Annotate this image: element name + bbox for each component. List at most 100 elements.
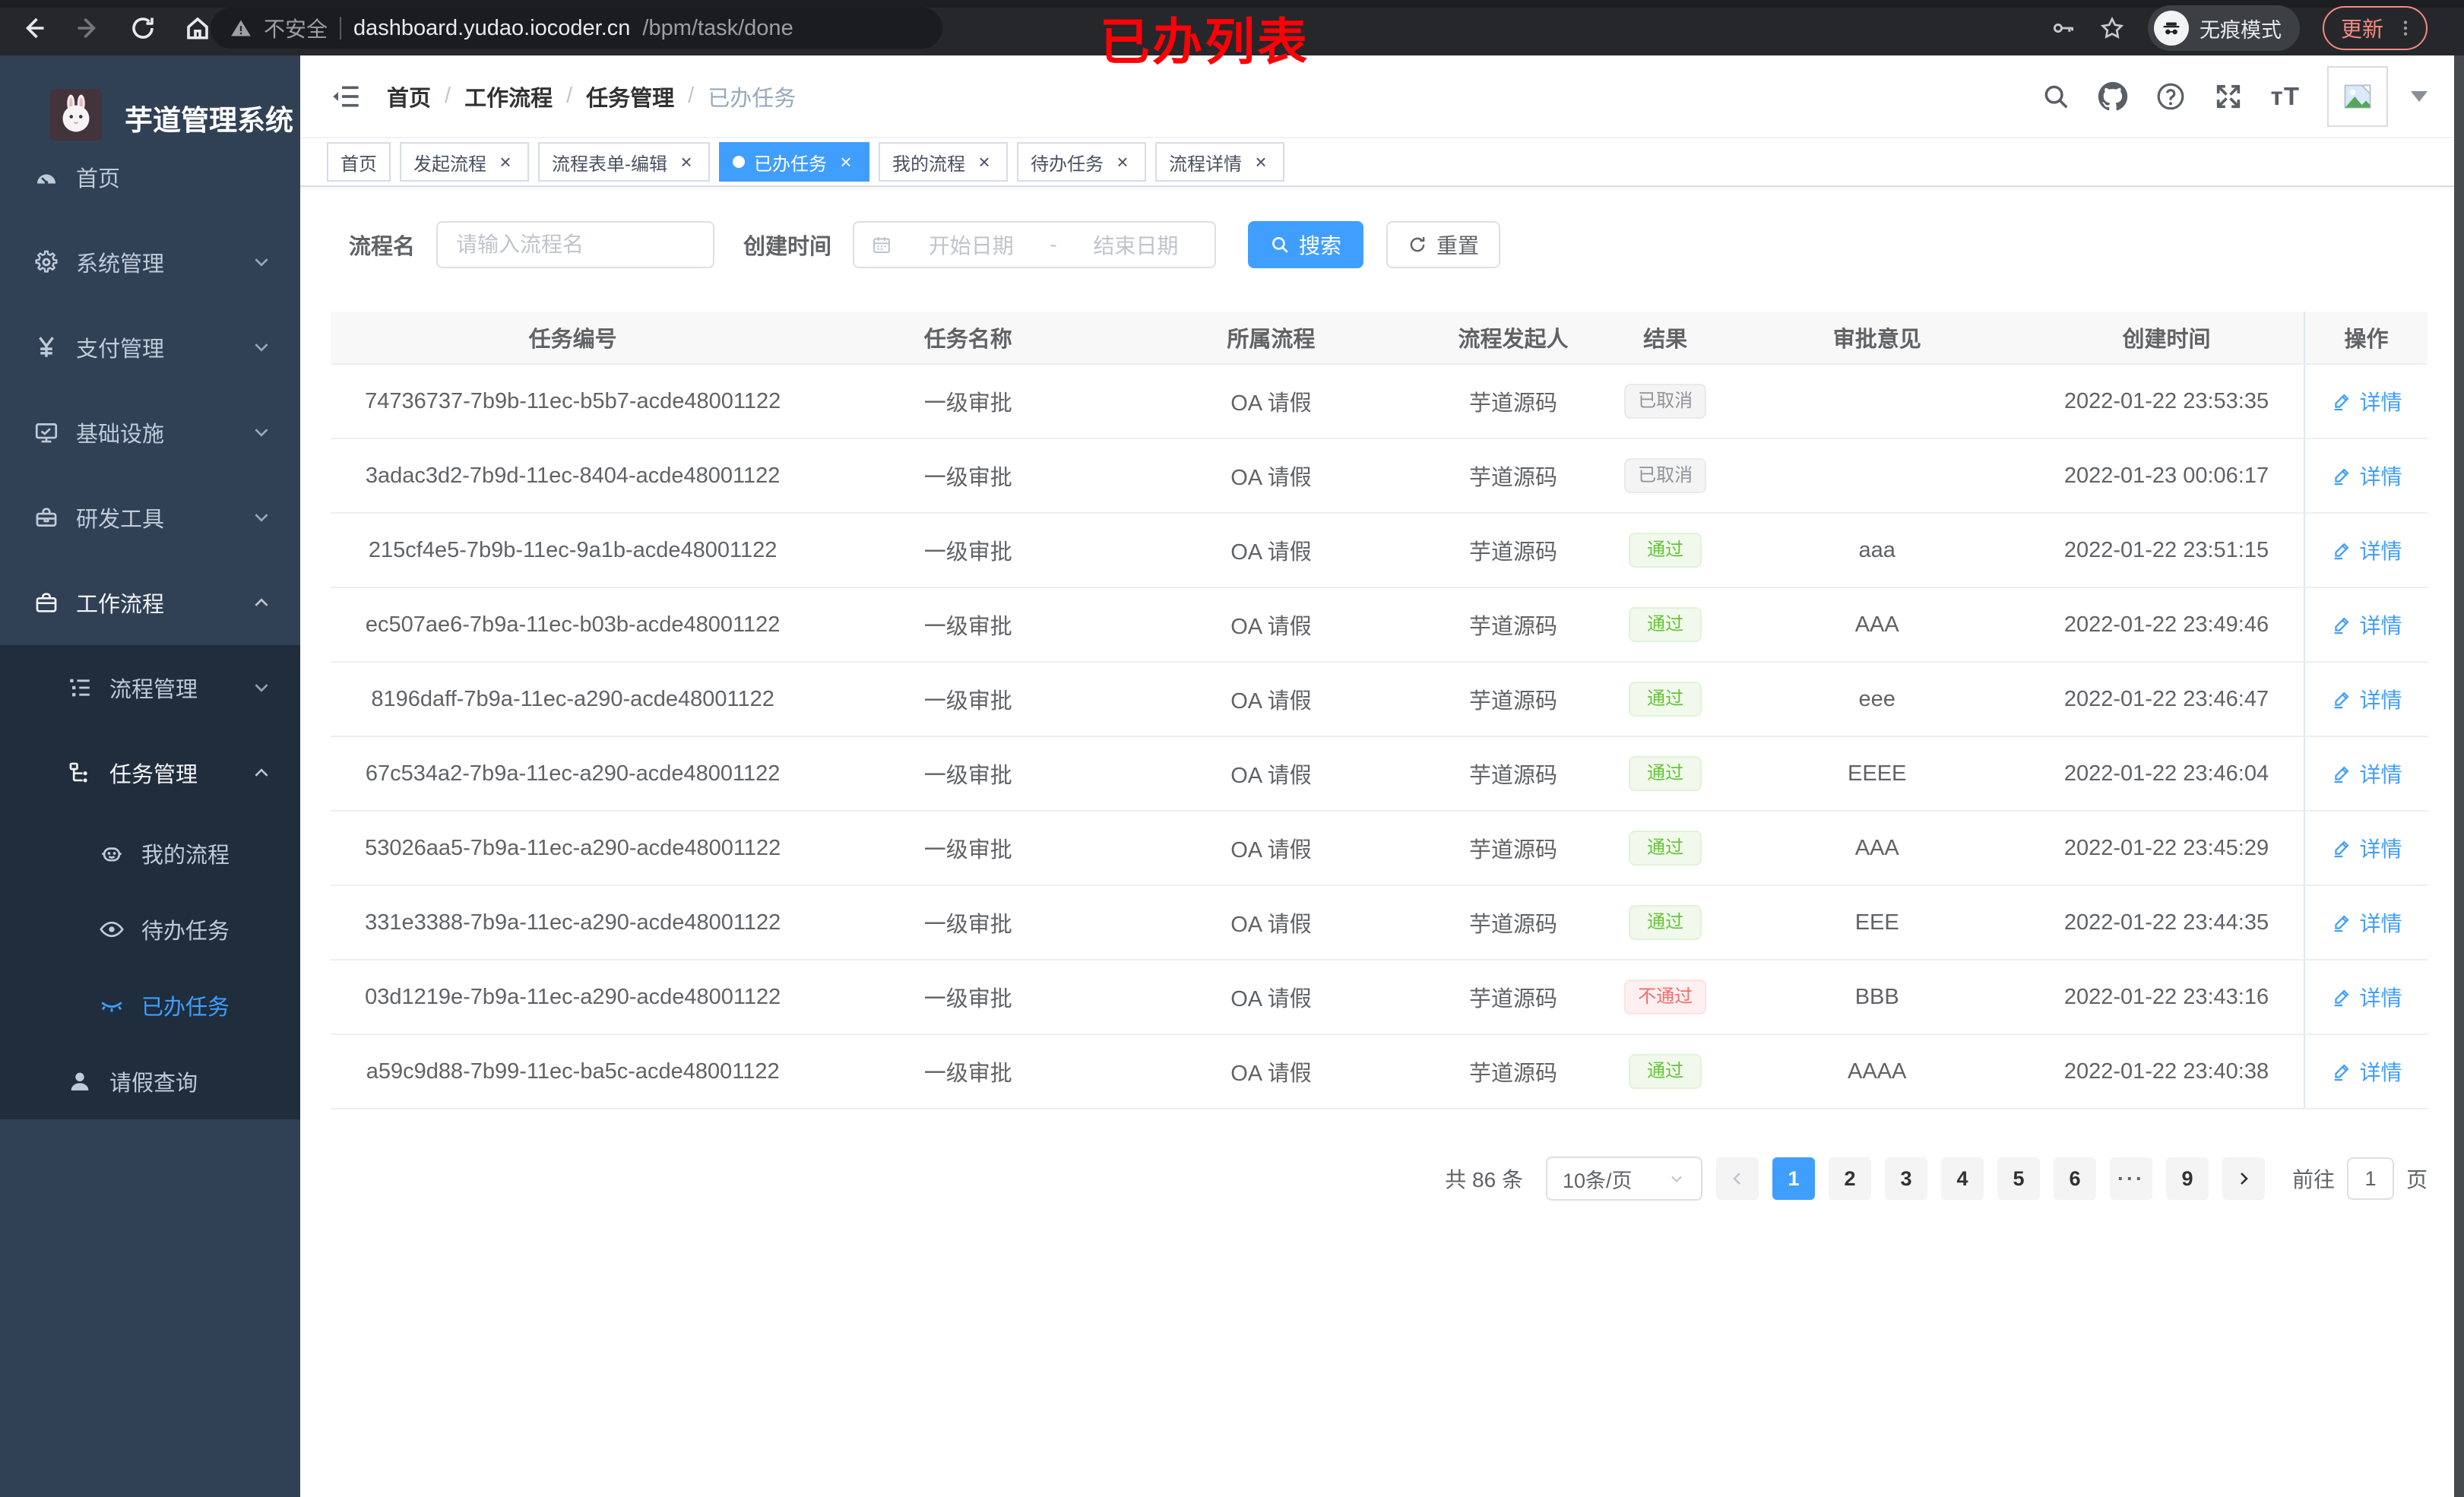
help-icon[interactable] [2155,81,2186,112]
table-cell: ec507ae6-7b9a-11ec-b03b-acde48001122 [365,612,781,637]
close-icon[interactable]: × [974,152,994,172]
close-icon[interactable]: × [676,152,696,172]
column-header: 任务名称 [923,328,1012,352]
breadcrumb-item[interactable]: 工作流程 [464,81,553,112]
page-button-3[interactable]: 3 [1884,1157,1927,1200]
table-cell: 2022-01-22 23:49:46 [2063,612,2269,637]
tab-home[interactable]: 首页 [327,142,391,182]
browser-update-button[interactable]: 更新 [2322,6,2428,50]
breadcrumb-item[interactable]: 任务管理 [586,81,674,112]
breadcrumb-item[interactable]: 首页 [387,81,431,112]
dashboard-icon [33,164,59,190]
page-more-button[interactable]: ··· [2109,1157,2152,1200]
detail-link[interactable]: 详情 [2331,386,2402,416]
page-button-4[interactable]: 4 [1940,1157,1984,1200]
search-button-label: 搜索 [1299,234,1342,258]
detail-link[interactable]: 详情 [2331,1056,2402,1087]
sidebar-item-done-task[interactable]: 已办任务 [0,967,300,1043]
app-title: 芋道管理系统 [125,105,293,136]
monitor-icon [33,419,59,445]
tab-done-task[interactable]: 已办任务 × [719,142,869,182]
search-button[interactable]: 搜索 [1248,221,1364,268]
table-cell: 一级审批 [923,1062,1012,1086]
github-icon[interactable] [2098,81,2128,112]
detail-link[interactable]: 详情 [2331,833,2402,863]
tab-todo-task[interactable]: 待办任务 × [1017,142,1146,182]
table-cell [1725,439,2029,512]
table-cell: 74736737-7b9b-11ec-b5b7-acde48001122 [365,388,781,413]
process-name-input[interactable] [436,221,715,268]
close-icon[interactable]: × [1251,152,1271,172]
close-icon[interactable]: × [1113,152,1132,172]
bookmark-star-icon[interactable] [2099,15,2125,41]
table-cell: OA 请假 [1230,615,1312,639]
sidebar-item-payment[interactable]: 支付管理 [0,305,300,390]
tab-label: 发起流程 [413,153,486,175]
sidebar-item-system[interactable]: 系统管理 [0,220,300,305]
table-cell: 53026aa5-7b9a-11ec-a290-acde48001122 [365,835,781,860]
scrollbar[interactable] [2454,55,2464,1497]
sidebar-item-label: 支付管理 [76,337,165,362]
page-button-5[interactable]: 5 [1997,1157,2040,1200]
active-tab-dot [733,156,745,168]
font-size-icon[interactable]: тT [2271,82,2300,111]
browser-back-icon[interactable] [17,11,50,45]
page-button-6[interactable]: 6 [2053,1157,2096,1200]
tab-form-edit[interactable]: 流程表单-编辑 × [538,142,710,182]
list-tree-icon [67,675,93,701]
yen-icon [33,334,59,360]
detail-link[interactable]: 详情 [2331,460,2402,491]
next-page-button[interactable] [2222,1157,2265,1200]
detail-link[interactable]: 详情 [2331,982,2402,1012]
hierarchy-icon [67,760,93,786]
jump-page-input[interactable] [2346,1157,2394,1200]
sidebar-item-task-mgmt[interactable]: 任务管理 [0,730,300,815]
browser-home-icon[interactable] [181,11,214,45]
tab-start-process[interactable]: 发起流程 × [400,142,529,182]
calendar-icon [871,234,892,255]
browser-reload-icon[interactable] [126,11,160,45]
sidebar-item-home[interactable]: 首页 [0,135,300,220]
reset-button[interactable]: 重置 [1386,221,1501,268]
detail-link[interactable]: 详情 [2331,609,2402,640]
user-icon [67,1068,93,1094]
tab-label: 流程表单-编辑 [552,153,667,175]
page-content: 流程名 创建时间 开始日期 - 结束日期 搜索 重置 [300,187,2464,1497]
sidebar-item-devtools[interactable]: 研发工具 [0,475,300,560]
table-cell: 2022-01-22 23:51:15 [2063,537,2269,562]
key-icon[interactable] [2051,15,2076,41]
fullscreen-icon[interactable] [2213,81,2244,112]
date-range-input[interactable]: 开始日期 - 结束日期 [853,221,1217,268]
sidebar-item-my-process[interactable]: 我的流程 [0,815,300,891]
close-icon[interactable]: × [836,152,856,172]
address-bar[interactable]: 不安全 dashboard.yudao.iocoder.cn/bpm/task/… [211,8,942,49]
page-button-1[interactable]: 1 [1772,1157,1815,1200]
sidebar-collapse-icon[interactable] [331,81,361,112]
table-row: 03d1219e-7b9a-11ec-a290-acde48001122 一级审批… [331,961,2428,1035]
page-size-select[interactable]: 10条/页 [1545,1157,1702,1201]
detail-label: 详情 [2359,986,2402,1010]
browser-forward-icon[interactable] [71,11,105,45]
table-cell: 一级审批 [923,615,1012,639]
avatar[interactable] [2327,65,2388,127]
sidebar-item-workflow[interactable]: 工作流程 [0,560,300,645]
jump-label: 前往 [2291,1168,2335,1192]
avatar-caret-icon[interactable] [2411,90,2428,102]
tab-process-detail[interactable]: 流程详情 × [1155,142,1284,182]
sidebar-item-process-mgmt[interactable]: 流程管理 [0,645,300,730]
sidebar-item-infra[interactable]: 基础设施 [0,390,300,475]
detail-link[interactable]: 详情 [2331,758,2402,789]
table-cell: 一级审批 [923,838,1012,862]
detail-link[interactable]: 详情 [2331,907,2402,938]
page-button-9[interactable]: 9 [2165,1157,2209,1200]
detail-link[interactable]: 详情 [2331,684,2402,714]
sidebar-item-todo-task[interactable]: 待办任务 [0,891,300,967]
page-button-2[interactable]: 2 [1828,1157,1871,1200]
search-icon[interactable] [2041,82,2070,111]
prev-page-button[interactable] [1715,1157,1759,1200]
close-icon[interactable]: × [496,152,515,172]
sidebar-item-leave-query[interactable]: 请假查询 [0,1043,300,1119]
browser-menu-icon[interactable] [2396,18,2415,38]
tab-my-process[interactable]: 我的流程 × [879,142,1008,182]
detail-link[interactable]: 详情 [2331,535,2402,565]
